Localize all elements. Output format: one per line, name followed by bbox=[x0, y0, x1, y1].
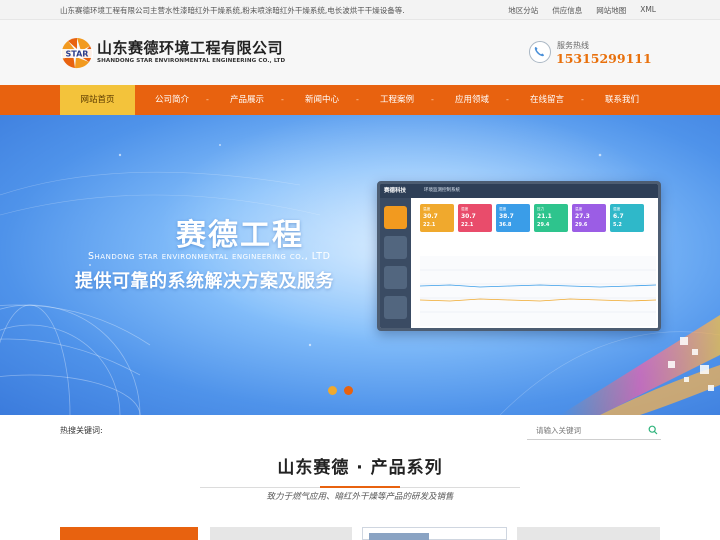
section-divider-accent bbox=[320, 486, 400, 488]
monitor-tile-label: 温度 bbox=[575, 207, 583, 211]
monitor-tile-value-secondary: 22.1 bbox=[461, 222, 474, 228]
top-links: 地区分站 供应信息 网站地图 XML bbox=[508, 5, 656, 16]
search-row: 热搜关键词: bbox=[0, 415, 720, 445]
monitor-tile-value: 38.7 bbox=[499, 213, 514, 220]
search-box bbox=[527, 421, 661, 440]
phone-icon bbox=[529, 41, 551, 63]
main-nav: 网站首页 公司简介 - 产品展示 - 新闻中心 - 工程案例 - 应用领域 - … bbox=[0, 85, 720, 115]
slide-dot-2[interactable] bbox=[344, 386, 353, 395]
site-header: STAR 山东赛德环境工程有限公司 SHANDONG STAR ENVIRONM… bbox=[0, 20, 720, 85]
monitor-tile-label: 湿度 bbox=[461, 207, 469, 211]
product-image bbox=[369, 533, 429, 540]
nav-cases[interactable]: 工程案例 bbox=[375, 85, 419, 115]
monitor-line-chart bbox=[420, 256, 656, 326]
nav-news[interactable]: 新闻中心 bbox=[300, 85, 344, 115]
logo-text: STAR bbox=[66, 50, 89, 59]
nav-separator: - bbox=[506, 95, 509, 104]
monitor-tile: 温度 30.7 22.1 bbox=[420, 204, 454, 232]
top-link-xml[interactable]: XML bbox=[640, 5, 656, 16]
nav-home[interactable]: 网站首页 bbox=[60, 85, 135, 115]
monitor-tile-value-secondary: 22.1 bbox=[423, 222, 436, 228]
nav-applications[interactable]: 应用领域 bbox=[450, 85, 494, 115]
product-card-3[interactable] bbox=[362, 527, 507, 540]
hotline-number[interactable]: 15315299111 bbox=[556, 51, 652, 66]
monitor-tile-label: 压力 bbox=[537, 207, 545, 211]
slide-dot-1[interactable] bbox=[328, 386, 337, 395]
nav-separator: - bbox=[581, 95, 584, 104]
site-intro-text: 山东赛德环境工程有限公司主营水性漆暗红外干燥系统,粉末喷涂暗红外干燥系统,电长波… bbox=[60, 6, 405, 15]
monitor-tile-label: 湿度 bbox=[613, 207, 621, 211]
nav-contact[interactable]: 联系我们 bbox=[600, 85, 644, 115]
monitor-tile-label: 温度 bbox=[423, 207, 431, 211]
search-icon[interactable] bbox=[648, 425, 658, 435]
product-card-4[interactable] bbox=[517, 527, 660, 540]
monitor-settings-icon bbox=[384, 236, 407, 259]
top-link-regions[interactable]: 地区分站 bbox=[508, 5, 538, 16]
search-input[interactable] bbox=[527, 421, 645, 439]
monitor-brand: 赛德科技 bbox=[384, 188, 407, 194]
banner-subtitle-en: Shandong star environmental engineering … bbox=[88, 251, 331, 262]
monitor-tile: 湿度 6.7 5.2 bbox=[610, 204, 644, 232]
monitor-tile-value-secondary: 29.6 bbox=[575, 222, 588, 228]
monitor-tile-value: 6.7 bbox=[613, 213, 624, 220]
banner-title: 赛德工程 bbox=[176, 218, 304, 253]
nav-message[interactable]: 在线留言 bbox=[525, 85, 569, 115]
nav-separator: - bbox=[356, 95, 359, 104]
monitor-history-icon bbox=[384, 296, 407, 319]
monitor-tile-value: 27.3 bbox=[575, 213, 590, 220]
monitor-chart-icon bbox=[384, 206, 407, 229]
nav-products[interactable]: 产品展示 bbox=[225, 85, 269, 115]
top-link-supply[interactable]: 供应信息 bbox=[552, 5, 582, 16]
monitor-tile-value-secondary: 5.2 bbox=[613, 222, 622, 228]
company-name-en: SHANDONG STAR ENVIRONMENTAL ENGINEERING … bbox=[97, 58, 286, 64]
product-card-2[interactable] bbox=[210, 527, 352, 540]
nav-separator: - bbox=[281, 95, 284, 104]
monitor-tile: 湿度 38.7 36.8 bbox=[496, 204, 530, 232]
monitor-screenshot: 赛德科技 环境监测控制系统 温度 30.7 22.1 湿度 30.7 22.1 湿度 38.7… bbox=[377, 181, 661, 331]
monitor-sidebar bbox=[380, 184, 411, 328]
monitor-tile: 湿度 30.7 22.1 bbox=[458, 204, 492, 232]
top-bar: 山东赛德环境工程有限公司主营水性漆暗红外干燥系统,粉末喷涂暗红外干燥系统,电长波… bbox=[0, 0, 720, 20]
products-section-subtitle: 致力于燃气应用、暗红外干燥等产品的研发及销售 bbox=[266, 492, 454, 502]
monitor-header: 赛德科技 环境监测控制系统 bbox=[380, 184, 658, 198]
monitor-tile-value-secondary: 36.8 bbox=[499, 222, 512, 228]
nav-separator: - bbox=[431, 95, 434, 104]
monitor-tile-value: 30.7 bbox=[461, 213, 476, 220]
monitor-tile: 压力 21.1 29.4 bbox=[534, 204, 568, 232]
banner-slogan: 提供可靠的系统解决方案及服务 bbox=[75, 271, 334, 292]
nav-about[interactable]: 公司简介 bbox=[150, 85, 194, 115]
monitor-tile-label: 湿度 bbox=[499, 207, 507, 211]
hot-keywords-label: 热搜关键词: bbox=[60, 426, 103, 435]
hotline-label: 服务热线 bbox=[557, 41, 589, 50]
monitor-tile-value: 21.1 bbox=[537, 213, 552, 220]
hero-banner: 赛德工程 Shandong star environmental enginee… bbox=[0, 115, 720, 415]
product-card-1[interactable] bbox=[60, 527, 198, 540]
monitor-tile: 温度 27.3 29.6 bbox=[572, 204, 606, 232]
monitor-tile-value-secondary: 29.4 bbox=[537, 222, 550, 228]
nav-separator: - bbox=[206, 95, 209, 104]
top-link-sitemap[interactable]: 网站地图 bbox=[596, 5, 626, 16]
star-logo-icon[interactable]: STAR bbox=[60, 36, 94, 70]
monitor-title: 环境监测控制系统 bbox=[424, 188, 460, 193]
company-name-cn: 山东赛德环境工程有限公司 bbox=[97, 39, 284, 57]
monitor-control-icon bbox=[384, 266, 407, 289]
products-section-title: 山东赛德 · 产品系列 bbox=[277, 458, 443, 478]
monitor-tile-value: 30.7 bbox=[423, 213, 438, 220]
